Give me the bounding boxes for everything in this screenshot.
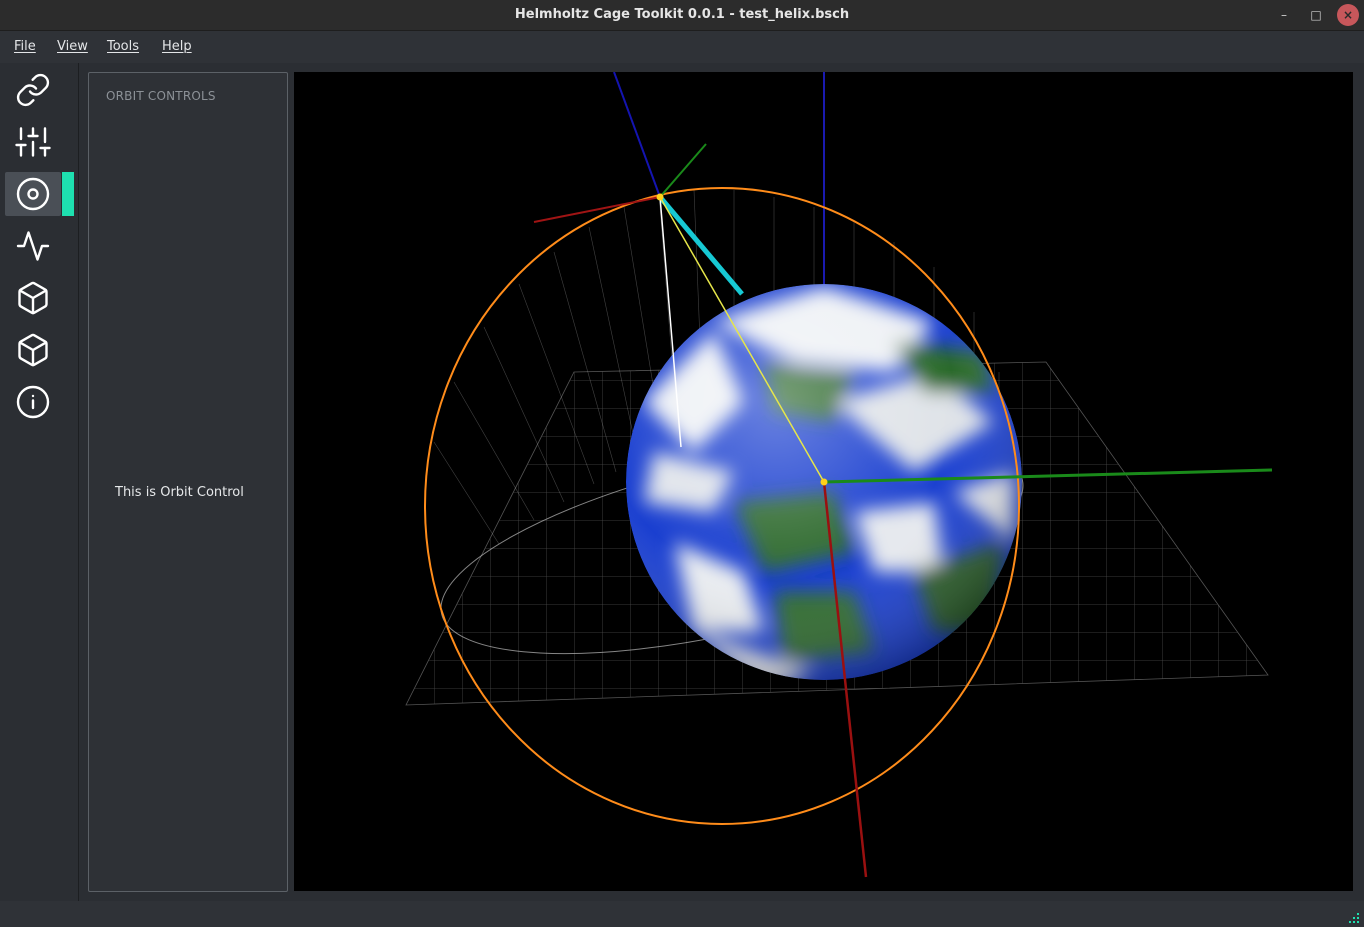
origin-marker [820, 478, 828, 486]
info-icon [16, 385, 50, 419]
maximize-icon[interactable]: □ [1305, 4, 1327, 26]
minimize-icon[interactable]: – [1273, 4, 1295, 26]
link-icon [16, 73, 50, 107]
satellite-marker [656, 193, 664, 201]
active-indicator [62, 172, 74, 216]
sliders-icon [15, 127, 51, 157]
cube-icon [18, 281, 48, 315]
field-vector [658, 195, 744, 296]
status-bar [0, 901, 1364, 927]
panel-title: ORBIT CONTROLS [106, 89, 216, 103]
menu-help[interactable]: Help [162, 31, 192, 62]
menu-view[interactable]: View [57, 31, 88, 62]
sidebar [0, 63, 79, 901]
sidebar-item-signal[interactable] [5, 224, 61, 268]
satellite-z-axis [613, 72, 661, 198]
sidebar-item-controls[interactable] [5, 120, 61, 164]
title-bar: Helmholtz Cage Toolkit 0.0.1 - test_heli… [0, 0, 1364, 31]
signal-icon [16, 231, 50, 261]
sidebar-item-orbit[interactable] [5, 172, 61, 216]
sidebar-item-info[interactable] [5, 380, 61, 424]
cube-icon [18, 333, 48, 367]
panel-body-text: This is Orbit Control [115, 485, 244, 500]
3d-viewport[interactable] [294, 72, 1353, 891]
orbit-icon [16, 177, 50, 211]
close-icon[interactable]: × [1337, 4, 1359, 26]
menu-tools[interactable]: Tools [107, 31, 139, 62]
sidebar-item-cube-2[interactable] [5, 328, 61, 372]
menu-bar: File View Tools Help [0, 31, 1364, 63]
orbit-controls-panel: ORBIT CONTROLS This is Orbit Control [88, 72, 288, 892]
menu-file[interactable]: File [14, 31, 36, 62]
orbit-scene[interactable] [294, 72, 1353, 891]
sidebar-item-connection[interactable] [5, 68, 61, 112]
sidebar-item-cube-1[interactable] [5, 276, 61, 320]
window-title: Helmholtz Cage Toolkit 0.0.1 - test_heli… [514, 7, 850, 22]
resize-grip-icon[interactable] [1346, 910, 1360, 924]
